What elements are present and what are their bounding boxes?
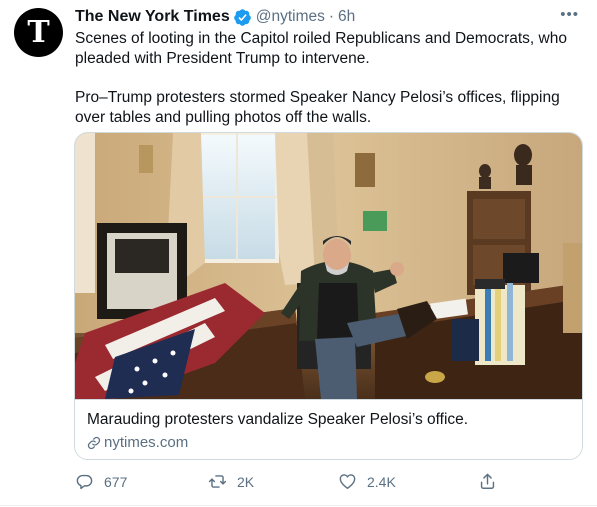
retweet-count: 2K xyxy=(237,473,255,490)
reply-icon xyxy=(76,474,93,490)
tweet-header: The New York Times @nytimes · 6h xyxy=(75,6,355,28)
link-card[interactable]: Marauding protesters vandalize Speaker P… xyxy=(74,132,583,460)
like-count: 2.4K xyxy=(367,473,396,490)
card-domain: nytimes.com xyxy=(104,434,189,451)
card-domain-row[interactable]: nytimes.com xyxy=(87,434,188,451)
link-icon xyxy=(87,436,101,449)
share-button[interactable] xyxy=(478,472,497,491)
tweet-paragraph-2: Pro–Trump protesters stormed Speaker Nan… xyxy=(75,89,560,126)
more-options-icon[interactable]: ••• xyxy=(560,6,579,23)
separator-dot: · xyxy=(328,8,335,25)
tweet-paragraph-1: Scenes of looting in the Capitol roiled … xyxy=(75,30,567,67)
tweet-actions: 677 2K 2.4K xyxy=(75,472,495,494)
tweet-text: Scenes of looting in the Capitol roiled … xyxy=(75,29,585,128)
retweet-icon xyxy=(208,475,227,488)
verified-badge-icon xyxy=(233,8,252,27)
reply-count: 677 xyxy=(104,473,128,490)
card-title[interactable]: Marauding protesters vandalize Speaker P… xyxy=(87,411,468,429)
author-handle[interactable]: @nytimes xyxy=(256,8,325,26)
card-info[interactable]: Marauding protesters vandalize Speaker P… xyxy=(75,399,582,459)
tweet-time[interactable]: 6h xyxy=(338,8,355,26)
avatar-glyph: T xyxy=(27,14,50,50)
office-photo[interactable] xyxy=(75,133,582,399)
like-button[interactable]: 2.4K xyxy=(338,472,396,491)
heart-icon xyxy=(339,474,356,489)
nyt-avatar[interactable]: T xyxy=(14,8,63,57)
retweet-button[interactable]: 2K xyxy=(208,472,254,491)
share-icon xyxy=(480,473,495,489)
tweet[interactable]: T The New York Times @nytimes · 6h ••• S… xyxy=(0,0,597,507)
author-name[interactable]: The New York Times xyxy=(75,8,230,26)
divider xyxy=(0,505,597,506)
reply-button[interactable]: 677 xyxy=(75,472,127,491)
